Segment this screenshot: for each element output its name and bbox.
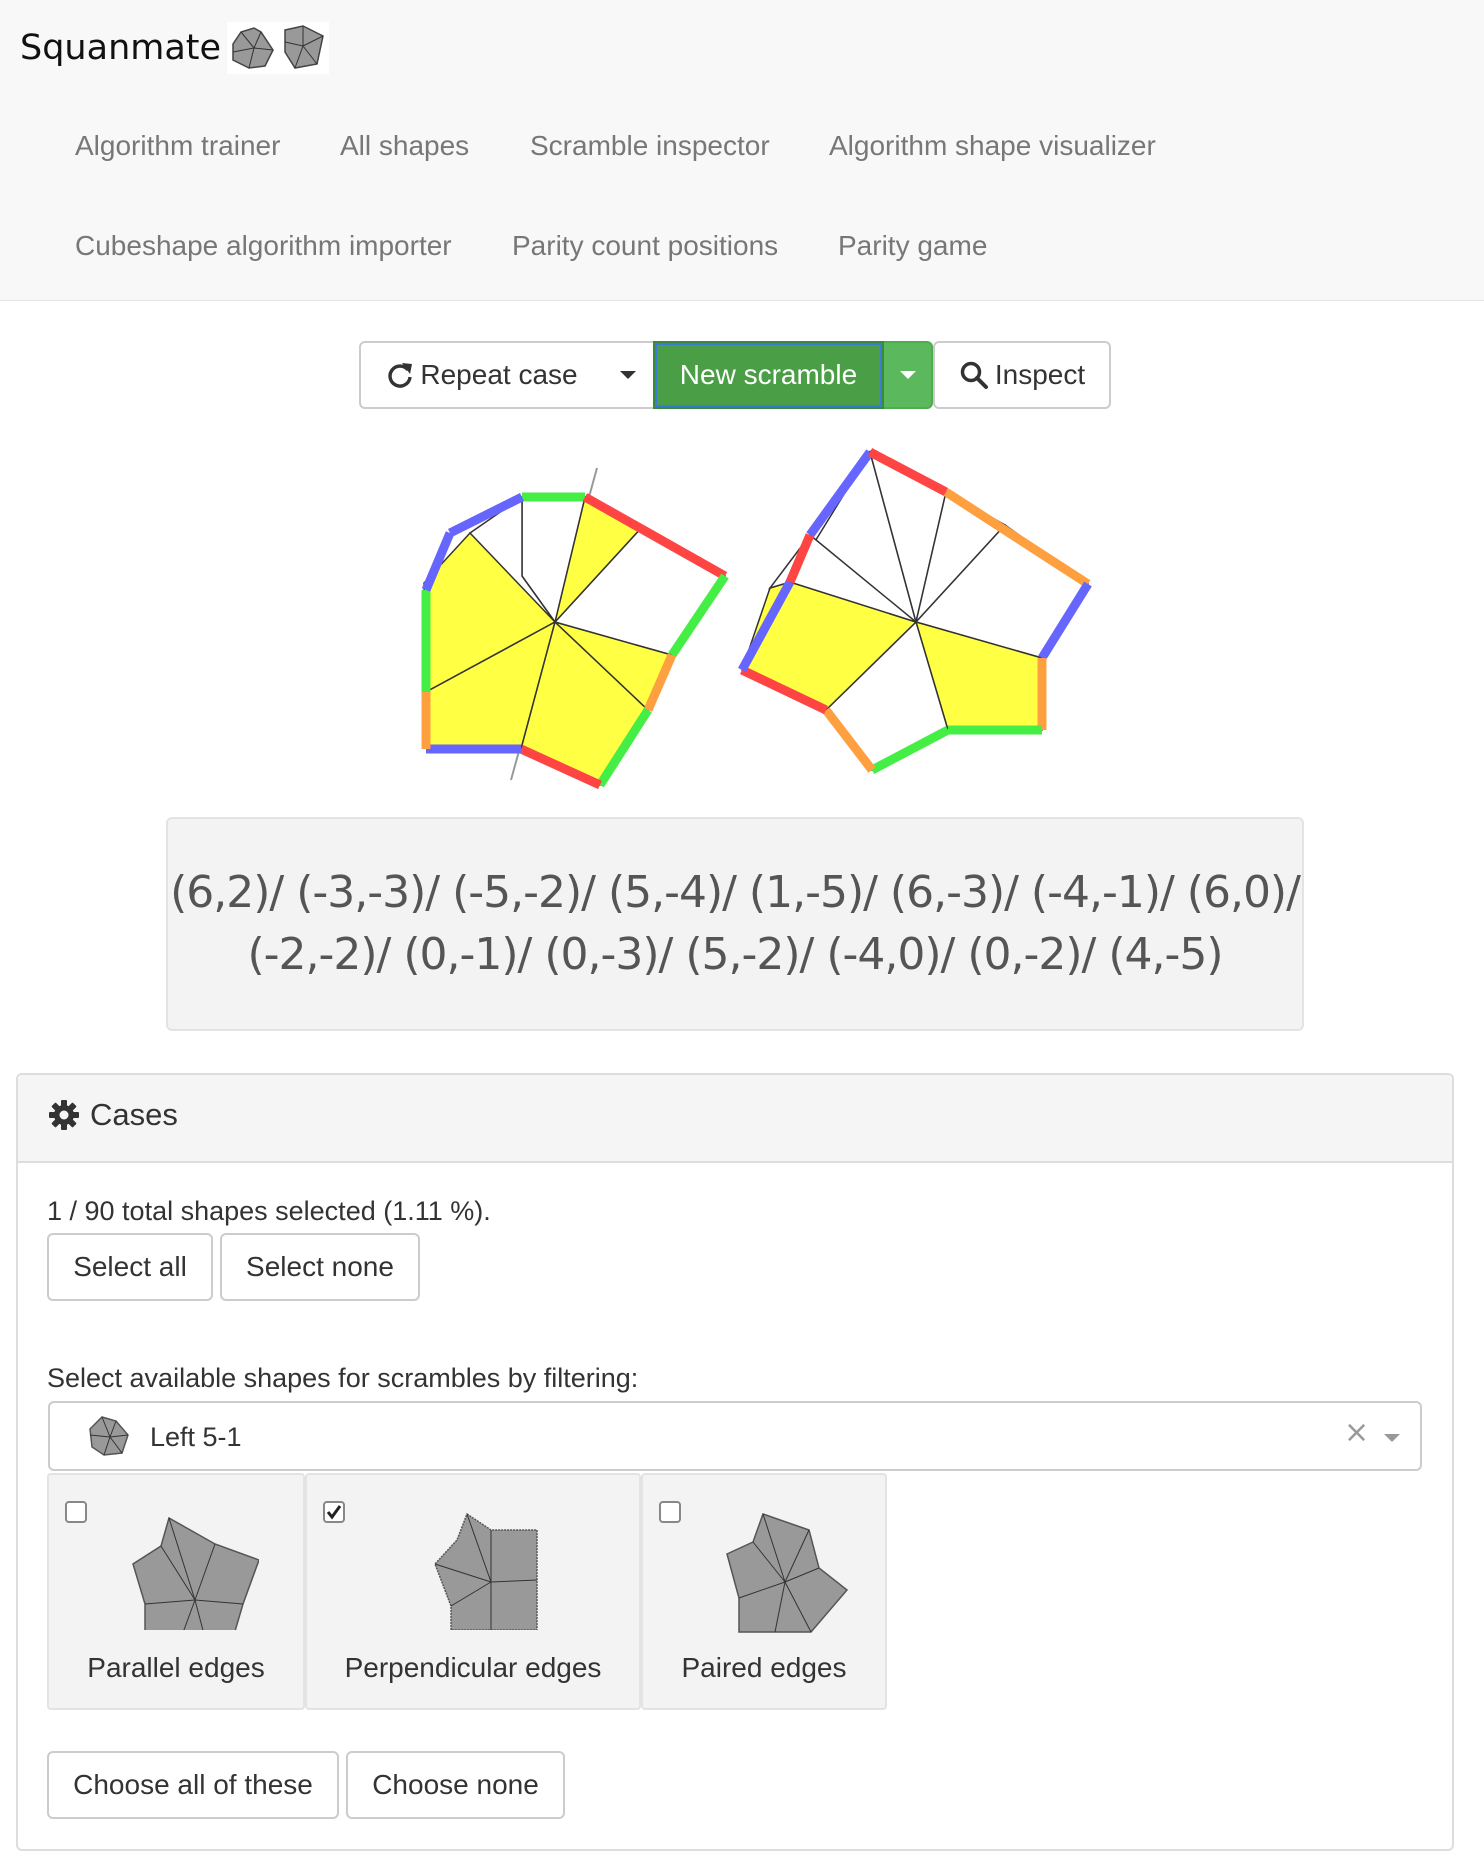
- perpendicular-label: Perpendicular edges: [344, 1652, 602, 1683]
- paired-label: Paired edges: [681, 1652, 847, 1683]
- cases-panel-header[interactable]: Cases: [18, 1075, 1452, 1163]
- paired-shape-icon: [726, 1513, 849, 1633]
- clear-icon[interactable]: ×: [1344, 1415, 1369, 1450]
- new-scramble-label: New scramble: [679, 359, 858, 390]
- select-all-button[interactable]: Select all: [47, 1233, 213, 1301]
- repeat-case-label: Repeat case: [420, 359, 578, 390]
- shape-tile-parallel[interactable]: Parallel edges: [47, 1473, 305, 1710]
- nav-algorithm-trainer[interactable]: Algorithm trainer: [75, 130, 280, 162]
- bottom-layer-diagram: [738, 448, 1092, 774]
- select-none-button[interactable]: Select none: [220, 1233, 420, 1301]
- shape-tile-paired[interactable]: Paired edges: [641, 1473, 887, 1710]
- choose-all-label: Choose all of these: [73, 1769, 313, 1800]
- brand-shape-icon: [232, 27, 274, 69]
- nav-scramble-inspector[interactable]: Scramble inspector: [530, 130, 770, 162]
- perpendicular-shape-icon: [434, 1512, 538, 1630]
- brand-shape-icon-2: [284, 25, 324, 69]
- parallel-shape-icon: [132, 1516, 259, 1630]
- paired-checkbox[interactable]: [659, 1501, 681, 1523]
- nav-cubeshape-algorithm-importer[interactable]: Cubeshape algorithm importer: [75, 230, 452, 262]
- filter-label: Select available shapes for scrambles by…: [47, 1363, 639, 1393]
- select-all-label: Select all: [73, 1251, 187, 1282]
- new-scramble-button[interactable]: New scramble: [653, 341, 884, 409]
- filter-selected-value: Left 5-1: [150, 1422, 242, 1452]
- gear-icon: [49, 1100, 79, 1130]
- selection-summary: 1 / 90 total shapes selected (1.11 %).: [47, 1196, 491, 1226]
- parallel-label: Parallel edges: [87, 1652, 265, 1683]
- perpendicular-checkbox[interactable]: [323, 1501, 345, 1523]
- shape-icon: [89, 1416, 129, 1456]
- inspect-button[interactable]: Inspect: [933, 341, 1111, 409]
- scramble-line-1: (6,2)/ (-3,-3)/ (-5,-2)/ (5,-4)/ (1,-5)/…: [170, 867, 1301, 918]
- new-scramble-dropdown[interactable]: [884, 341, 933, 409]
- brand-name: Squanmate: [20, 28, 222, 68]
- nav-algorithm-shape-visualizer[interactable]: Algorithm shape visualizer: [829, 130, 1156, 162]
- search-icon: [960, 361, 988, 389]
- nav-all-shapes[interactable]: All shapes: [340, 130, 469, 162]
- puzzle-visualization: [421, 448, 1092, 790]
- inspect-label: Inspect: [994, 359, 1086, 390]
- refresh-icon: [388, 363, 413, 388]
- parallel-checkbox[interactable]: [65, 1501, 87, 1523]
- cases-title: Cases: [90, 1097, 178, 1132]
- shape-filter-select[interactable]: Left 5-1 ×: [48, 1401, 1422, 1471]
- select-none-label: Select none: [246, 1251, 394, 1282]
- top-layer-diagram: [421, 467, 729, 790]
- check-icon: [326, 1505, 342, 1520]
- shape-tile-perpendicular[interactable]: Perpendicular edges: [305, 1473, 641, 1710]
- choose-none-button[interactable]: Choose none: [346, 1751, 565, 1819]
- repeat-case-button[interactable]: Repeat case: [359, 341, 605, 409]
- nav-parity-count-positions[interactable]: Parity count positions: [512, 230, 778, 262]
- caret-down-icon: [620, 371, 636, 379]
- choose-all-button[interactable]: Choose all of these: [47, 1751, 339, 1819]
- brand-logo: [227, 22, 330, 74]
- nav-parity-game[interactable]: Parity game: [838, 230, 987, 262]
- scramble-line-2: (-2,-2)/ (0,-1)/ (0,-3)/ (5,-2)/ (-4,0)/…: [247, 929, 1223, 980]
- navbar: Squanmate Algorithm trainer All shapes S…: [0, 0, 1484, 301]
- scramble-display: (6,2)/ (-3,-3)/ (-5,-2)/ (5,-4)/ (1,-5)/…: [166, 817, 1304, 1031]
- caret-down-icon: [899, 371, 916, 379]
- brand[interactable]: Squanmate: [20, 22, 330, 74]
- repeat-case-dropdown[interactable]: [603, 341, 655, 409]
- choose-none-label: Choose none: [372, 1769, 539, 1800]
- caret-down-icon[interactable]: [1384, 1434, 1400, 1442]
